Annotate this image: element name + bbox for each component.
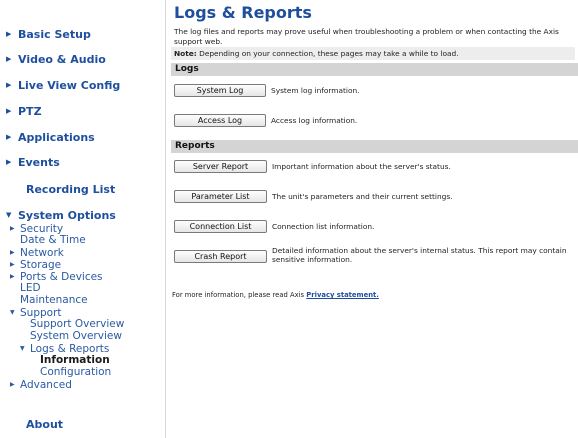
triangle-right-icon: ▶ — [6, 81, 12, 89]
privacy-footer: For more information, please read Axis P… — [172, 291, 379, 299]
nav-led[interactable]: LED — [20, 283, 41, 294]
main-content: Logs & Reports The log files and reports… — [168, 0, 578, 438]
nav-events-label: Events — [18, 156, 60, 169]
note-bar: Note: Depending on your connection, thes… — [171, 47, 575, 60]
nav-network-label: Network — [20, 247, 64, 259]
triangle-right-icon: ▶ — [6, 30, 12, 38]
triangle-right-icon: ▶ — [10, 261, 15, 268]
reports-section-header: Reports — [171, 140, 578, 153]
access-log-description: Access log information. — [271, 116, 358, 125]
triangle-down-icon: ▼ — [6, 211, 12, 219]
triangle-right-icon: ▶ — [6, 133, 12, 141]
nav-date-time[interactable]: Date & Time — [20, 235, 86, 246]
nav-system-options-label: System Options — [18, 209, 116, 222]
crash-report-description: Detailed information about the server's … — [272, 246, 567, 264]
crash-report-button[interactable]: Crash Report — [174, 250, 267, 263]
nav-network[interactable]: ▶ Network — [10, 247, 64, 259]
nav-storage[interactable]: ▶ Storage — [10, 259, 61, 271]
nav-ptz[interactable]: ▶ PTZ — [6, 105, 42, 118]
nav-events[interactable]: ▶ Events — [6, 156, 60, 169]
system-log-button[interactable]: System Log — [174, 84, 266, 97]
nav-advanced-label: Advanced — [20, 379, 72, 391]
triangle-down-icon: ▼ — [20, 345, 25, 352]
triangle-right-icon: ▶ — [10, 381, 15, 388]
nav-about[interactable]: About — [6, 418, 63, 431]
nav-live-view-config-label: Live View Config — [18, 79, 121, 92]
triangle-right-icon: ▶ — [10, 273, 15, 280]
nav-basic-setup[interactable]: ▶ Basic Setup — [6, 28, 91, 41]
parameter-list-button[interactable]: Parameter List — [174, 190, 267, 203]
nav-information[interactable]: Information — [40, 355, 110, 366]
privacy-statement-link[interactable]: Privacy statement. — [306, 291, 379, 299]
connection-list-description: Connection list information. — [272, 222, 375, 231]
access-log-button[interactable]: Access Log — [174, 114, 266, 127]
triangle-down-icon: ▼ — [10, 309, 15, 316]
nav-ptz-label: PTZ — [18, 105, 42, 118]
triangle-right-icon: ▶ — [10, 225, 15, 232]
sidebar-nav: ▶ Basic Setup ▶ Video & Audio ▶ Live View C… — [0, 0, 166, 438]
system-log-description: System log information. — [271, 86, 360, 95]
nav-maintenance[interactable]: Maintenance — [20, 295, 88, 306]
logs-section-header: Logs — [171, 63, 578, 76]
nav-video-audio[interactable]: ▶ Video & Audio — [6, 53, 106, 66]
connection-list-button[interactable]: Connection List — [174, 220, 267, 233]
server-report-button[interactable]: Server Report — [174, 160, 267, 173]
nav-basic-setup-label: Basic Setup — [18, 28, 91, 41]
nav-system-options[interactable]: ▼ System Options — [6, 209, 116, 222]
triangle-right-icon: ▶ — [10, 249, 15, 256]
intro-text: The log files and reports may prove usef… — [174, 27, 559, 46]
parameter-list-description: The unit's parameters and their current … — [272, 192, 453, 201]
nav-recording-list[interactable]: Recording List — [6, 183, 115, 196]
nav-live-view-config[interactable]: ▶ Live View Config — [6, 79, 120, 92]
server-report-description: Important information about the server's… — [272, 162, 451, 171]
nav-support-overview[interactable]: Support Overview — [30, 319, 124, 330]
nav-advanced[interactable]: ▶ Advanced — [10, 379, 72, 391]
note-label: Note: — [174, 49, 197, 58]
nav-applications-label: Applications — [18, 131, 95, 144]
note-text: Depending on your connection, these page… — [199, 49, 459, 58]
page-title: Logs & Reports — [174, 3, 312, 22]
triangle-right-icon: ▶ — [6, 158, 12, 166]
nav-applications[interactable]: ▶ Applications — [6, 131, 95, 144]
triangle-right-icon: ▶ — [6, 107, 12, 115]
nav-system-overview[interactable]: System Overview — [30, 331, 122, 342]
triangle-right-icon: ▶ — [6, 55, 12, 63]
nav-configuration[interactable]: Configuration — [40, 367, 111, 378]
footer-text: For more information, please read Axis — [172, 291, 305, 299]
nav-storage-label: Storage — [20, 259, 62, 271]
nav-video-audio-label: Video & Audio — [18, 53, 106, 66]
